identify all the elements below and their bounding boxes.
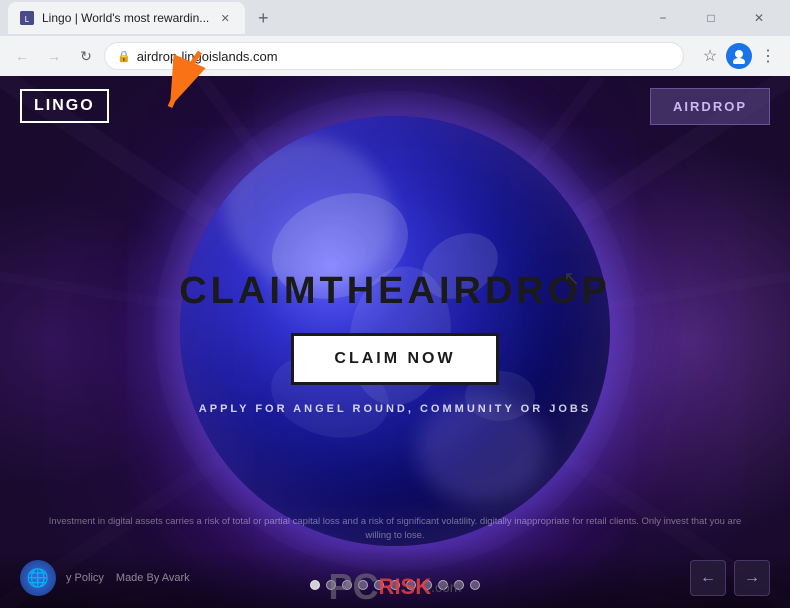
bookmark-button[interactable]: ☆	[696, 42, 724, 70]
footer-nav: ← →	[690, 560, 770, 596]
site-footer: 🌐 y Policy Made By Avark ← →	[0, 548, 790, 608]
menu-button[interactable]: ⋮	[754, 42, 782, 70]
maximize-button[interactable]: □	[688, 0, 734, 36]
address-input[interactable]: 🔒 airdrop-lingoislands.com	[104, 42, 684, 70]
page-dot-9[interactable]	[438, 580, 448, 590]
url-text: airdrop-lingoislands.com	[137, 49, 278, 64]
tab-title: Lingo | World's most rewardin...	[42, 11, 209, 25]
user-avatar[interactable]	[726, 43, 752, 69]
site-header: LINGO AIRDROP	[0, 76, 790, 136]
refresh-button[interactable]: ↻	[72, 42, 100, 70]
tab-bar: L Lingo | World's most rewardin... ✕ + −…	[0, 0, 790, 36]
security-icon: 🔒	[117, 50, 131, 63]
back-button[interactable]: ←	[8, 42, 36, 70]
logo[interactable]: LINGO	[20, 89, 109, 123]
prev-button[interactable]: ←	[690, 560, 726, 596]
made-by-link[interactable]: Made By Avark	[116, 572, 190, 584]
page-dot-7[interactable]	[406, 580, 416, 590]
tab-favicon-icon: L	[20, 11, 34, 25]
toolbar-right: ☆ ⋮	[696, 42, 782, 70]
next-button[interactable]: →	[734, 560, 770, 596]
svg-text:L: L	[25, 15, 30, 24]
page-dot-10[interactable]	[454, 580, 464, 590]
footer-avatar: 🌐	[20, 560, 56, 596]
page-dot-11[interactable]	[470, 580, 480, 590]
page-dot-3[interactable]	[342, 580, 352, 590]
subtitle: APPLY FOR ANGEL ROUND, COMMUNITY OR JOBS	[199, 403, 591, 415]
page-dot-2[interactable]	[326, 580, 336, 590]
close-button[interactable]: ✕	[736, 0, 782, 36]
privacy-policy-link[interactable]: y Policy	[66, 572, 104, 584]
claim-now-button[interactable]: CLAIM NOW	[291, 333, 498, 385]
browser-window: L Lingo | World's most rewardin... ✕ + −…	[0, 0, 790, 76]
forward-button[interactable]: →	[40, 42, 68, 70]
footer-pagination	[310, 580, 480, 590]
disclaimer-text: Investment in digital assets carries a r…	[0, 515, 790, 544]
main-title: CLAIMTHEAIRDROP	[179, 270, 611, 313]
new-tab-button[interactable]: +	[249, 4, 277, 32]
window-controls: − □ ✕	[640, 0, 782, 36]
page-dot-8[interactable]	[422, 580, 432, 590]
footer-links: y Policy Made By Avark	[66, 572, 190, 584]
active-tab[interactable]: L Lingo | World's most rewardin... ✕	[8, 2, 245, 34]
minimize-button[interactable]: −	[640, 0, 686, 36]
page-dot-5[interactable]	[374, 580, 384, 590]
address-bar-container: ← → ↻ 🔒 airdrop-lingoislands.com ☆ ⋮	[0, 36, 790, 76]
website-content: LINGO AIRDROP CLAIMTHEAIRDROP CLAIM NOW …	[0, 76, 790, 608]
airdrop-nav-button[interactable]: AIRDROP	[650, 88, 770, 125]
page-dot-6[interactable]	[390, 580, 400, 590]
tab-close-button[interactable]: ✕	[217, 10, 233, 26]
page-dot-1[interactable]	[310, 580, 320, 590]
page-dot-4[interactable]	[358, 580, 368, 590]
